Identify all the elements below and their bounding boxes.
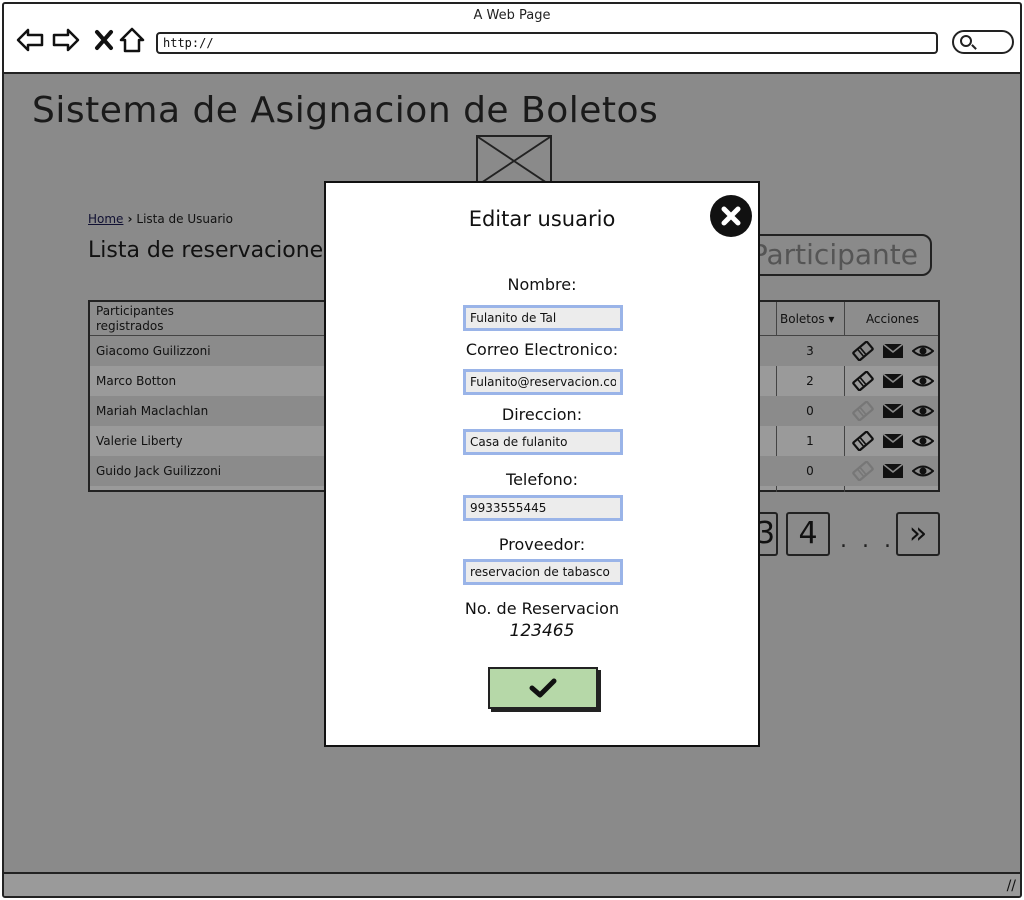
reservation-label: No. de Reservacion: [464, 599, 620, 618]
eye-icon[interactable]: [911, 340, 935, 362]
participant-name: Valerie Liberty: [96, 434, 183, 448]
correo-input[interactable]: [463, 369, 623, 395]
ticket-count: 3: [806, 344, 814, 358]
sort-caret-icon: ▾: [828, 312, 835, 326]
checkmark-icon: [529, 678, 557, 698]
mail-icon[interactable]: [881, 370, 905, 392]
eye-icon[interactable]: [911, 400, 935, 422]
ticket-icon[interactable]: [851, 370, 875, 392]
participant-name: Mariah Maclachlan: [96, 404, 209, 418]
pagination-page-4[interactable]: 4: [786, 512, 830, 556]
breadcrumb-current: Lista de Usuario: [136, 212, 233, 226]
direccion-input[interactable]: [463, 429, 623, 455]
ticket-count: 2: [806, 374, 814, 388]
eye-icon[interactable]: [911, 460, 935, 482]
section-title: Lista de reservacione: [88, 238, 324, 263]
mail-icon[interactable]: [881, 400, 905, 422]
breadcrumb-home-link[interactable]: Home: [88, 212, 123, 226]
ticket-icon[interactable]: [851, 430, 875, 452]
telefono-input[interactable]: [463, 495, 623, 521]
participant-name: Giacomo Guilizzoni: [96, 344, 211, 358]
add-participant-button[interactable]: Participante: [744, 234, 932, 276]
proveedor-input[interactable]: [463, 559, 623, 585]
status-bar: //: [4, 872, 1020, 896]
participant-name: Guido Jack Guilizzoni: [96, 464, 222, 478]
search-icon: [960, 35, 972, 47]
confirm-button[interactable]: [488, 667, 598, 709]
correo-label: Correo Electronico:: [465, 340, 619, 359]
proveedor-label: Proveedor:: [498, 535, 586, 554]
browser-window: A Web Page http:// Sistema de Asignacion…: [2, 2, 1022, 898]
browser-search-field[interactable]: [952, 30, 1014, 54]
close-icon[interactable]: [710, 195, 752, 237]
chevron-right-icon: ›: [127, 212, 133, 226]
page-title: Sistema de Asignacion de Boletos: [32, 90, 659, 131]
nombre-label: Nombre:: [507, 275, 577, 294]
ticket-count: 1: [806, 434, 814, 448]
row-actions: [848, 399, 938, 423]
resize-grip-icon[interactable]: //: [1007, 878, 1016, 894]
window-title: A Web Page: [473, 8, 551, 23]
pagination-next-button[interactable]: »: [896, 512, 940, 556]
nombre-input[interactable]: [463, 305, 623, 331]
eye-icon[interactable]: [911, 370, 935, 392]
row-actions: [848, 459, 938, 483]
ticket-icon[interactable]: [851, 460, 875, 482]
mail-icon[interactable]: [881, 460, 905, 482]
row-actions: [848, 429, 938, 453]
column-header-tickets[interactable]: Boletos ▾: [780, 312, 834, 326]
telefono-label: Telefono:: [506, 470, 578, 489]
ticket-icon[interactable]: [851, 340, 875, 362]
modal-title: Editar usuario: [468, 207, 616, 231]
participant-name: Marco Botton: [96, 374, 177, 388]
url-bar[interactable]: http://: [156, 32, 938, 54]
forward-arrow-icon[interactable]: [52, 26, 80, 54]
edit-user-modal: Editar usuario Nombre: Correo Electronic…: [324, 181, 760, 747]
row-actions: [848, 369, 938, 393]
home-icon[interactable]: [118, 26, 146, 54]
browser-chrome: A Web Page http://: [4, 4, 1020, 74]
column-header-participants: Participantes registrados: [96, 304, 174, 333]
row-actions: [848, 339, 938, 363]
reservation-number: 123465: [509, 621, 575, 641]
direccion-label: Direccion:: [501, 405, 583, 424]
column-header-actions: Acciones: [844, 302, 940, 336]
back-arrow-icon[interactable]: [16, 26, 44, 54]
pagination-ellipsis: . . .: [840, 528, 895, 553]
ticket-count: 0: [806, 464, 814, 478]
stop-icon[interactable]: [90, 26, 118, 54]
mail-icon[interactable]: [881, 430, 905, 452]
eye-icon[interactable]: [911, 430, 935, 452]
breadcrumb: Home › Lista de Usuario: [88, 212, 233, 226]
ticket-icon[interactable]: [851, 400, 875, 422]
ticket-count: 0: [806, 404, 814, 418]
mail-icon[interactable]: [881, 340, 905, 362]
image-placeholder: [476, 135, 552, 187]
